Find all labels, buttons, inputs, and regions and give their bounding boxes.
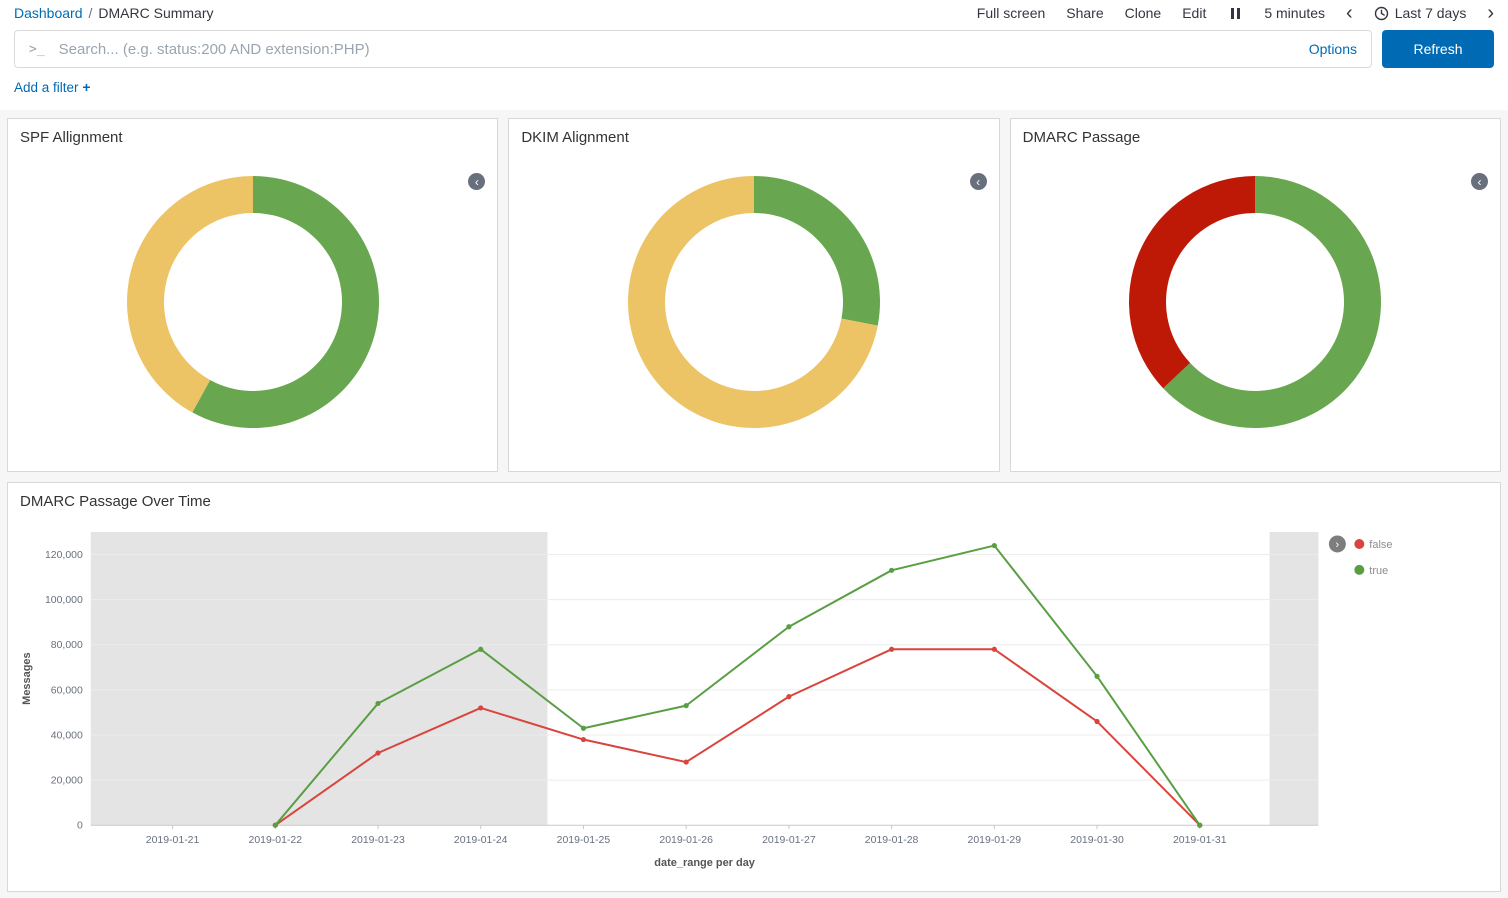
donut-chart-svg: [108, 157, 398, 447]
panel-title: DMARC Passage Over Time: [8, 483, 1500, 510]
legend-item-true[interactable]: true: [1354, 565, 1388, 577]
dmarc-donut-chart: [1011, 146, 1500, 458]
spf-donut-chart: [8, 146, 497, 458]
svg-text:2019-01-24: 2019-01-24: [454, 835, 508, 846]
data-point[interactable]: [273, 823, 278, 828]
time-range-shading: [91, 532, 548, 825]
donut-slice-1[interactable]: [1129, 176, 1255, 388]
filter-bar: Add a filter +: [0, 68, 1508, 108]
svg-text:20,000: 20,000: [51, 776, 83, 787]
legend-collapse-icon[interactable]: ‹: [970, 173, 987, 190]
svg-text:80,000: 80,000: [51, 640, 83, 651]
data-point[interactable]: [478, 705, 483, 710]
legend-toggle-icon[interactable]: ›: [1329, 535, 1346, 552]
data-point[interactable]: [1094, 674, 1099, 679]
top-nav-bar: Dashboard / DMARC Summary Full screen Sh…: [0, 0, 1508, 26]
data-point[interactable]: [684, 759, 689, 764]
kibana-dashboard-app: Dashboard / DMARC Summary Full screen Sh…: [0, 0, 1508, 898]
data-point[interactable]: [992, 647, 997, 652]
svg-text:2019-01-30: 2019-01-30: [1070, 835, 1124, 846]
svg-text:40,000: 40,000: [51, 730, 83, 741]
time-picker[interactable]: Last 7 days: [1374, 5, 1467, 21]
y-axis-label: Messages: [21, 652, 33, 704]
data-point[interactable]: [581, 737, 586, 742]
refresh-button[interactable]: Refresh: [1382, 30, 1494, 68]
dkim-donut-chart: [509, 146, 998, 458]
chevron-right-icon[interactable]: ›: [1487, 6, 1494, 20]
top-menu: Full screen Share Clone Edit 5 minutes ‹…: [977, 5, 1494, 21]
menu-item-clone[interactable]: Clone: [1125, 5, 1162, 21]
panel-title: DMARC Passage: [1011, 119, 1500, 146]
menu-item-share[interactable]: Share: [1066, 5, 1103, 21]
pause-icon[interactable]: [1227, 8, 1243, 19]
data-point[interactable]: [684, 703, 689, 708]
svg-text:100,000: 100,000: [45, 595, 83, 606]
breadcrumb-separator: /: [89, 5, 93, 21]
svg-text:2019-01-28: 2019-01-28: [865, 835, 919, 846]
svg-text:2019-01-22: 2019-01-22: [249, 835, 303, 846]
menu-item-edit[interactable]: Edit: [1182, 5, 1206, 21]
query-prompt-icon: >_: [29, 42, 45, 57]
chevron-left-icon[interactable]: ‹: [1346, 6, 1353, 20]
svg-text:2019-01-29: 2019-01-29: [968, 835, 1022, 846]
options-link[interactable]: Options: [1309, 41, 1357, 57]
donut-slice-1[interactable]: [127, 176, 253, 412]
svg-text:2019-01-31: 2019-01-31: [1173, 835, 1227, 846]
donut-panels-row: SPF Allignment ‹ DKIM Alignment ‹ DMARC …: [7, 118, 1501, 472]
time-range-shading: [1270, 532, 1319, 825]
donut-slice-0[interactable]: [754, 176, 880, 326]
menu-item-full-screen[interactable]: Full screen: [977, 5, 1045, 21]
search-bar-row: >_ Options Refresh: [0, 26, 1508, 68]
panel-dmarc-passage-over-time: DMARC Passage Over Time 0 20,000 40,000 60,…: [7, 482, 1501, 892]
data-point[interactable]: [375, 750, 380, 755]
donut-chart-svg: [1110, 157, 1400, 447]
data-point[interactable]: [889, 568, 894, 573]
dmarc-over-time-line-chart: 0 20,000 40,000 60,000 80,000 100,000 120,000 2…: [8, 510, 1500, 892]
panel-spf-alignment: SPF Allignment ‹: [7, 118, 498, 472]
data-point[interactable]: [786, 694, 791, 699]
page-title: DMARC Summary: [98, 5, 213, 21]
data-point[interactable]: [375, 701, 380, 706]
breadcrumb-dashboard-link[interactable]: Dashboard: [14, 5, 83, 21]
data-point[interactable]: [889, 647, 894, 652]
panel-dkim-alignment: DKIM Alignment ‹: [508, 118, 999, 472]
svg-text:2019-01-23: 2019-01-23: [351, 835, 405, 846]
search-input[interactable]: [57, 40, 1297, 59]
svg-text:2019-01-27: 2019-01-27: [762, 835, 816, 846]
dashboard-grid: SPF Allignment ‹ DKIM Alignment ‹ DMARC …: [0, 110, 1508, 892]
legend-collapse-icon[interactable]: ‹: [1471, 173, 1488, 190]
header: Dashboard / DMARC Summary Full screen Sh…: [0, 0, 1508, 110]
svg-text:2019-01-26: 2019-01-26: [659, 835, 713, 846]
svg-text:›: ›: [1336, 539, 1340, 551]
data-point[interactable]: [1197, 823, 1202, 828]
panel-title: SPF Allignment: [8, 119, 497, 146]
legend-item-false[interactable]: false: [1354, 539, 1392, 551]
line-chart-svg: 0 20,000 40,000 60,000 80,000 100,000 120,000 2…: [14, 532, 1496, 887]
data-point[interactable]: [786, 624, 791, 629]
clock-icon: [1374, 6, 1389, 21]
add-filter-link[interactable]: Add a filter +: [14, 80, 91, 95]
svg-text:0: 0: [77, 821, 83, 832]
svg-text:120,000: 120,000: [45, 550, 83, 561]
breadcrumb: Dashboard / DMARC Summary: [14, 5, 214, 21]
time-range-label: Last 7 days: [1395, 5, 1467, 21]
svg-text:2019-01-25: 2019-01-25: [557, 835, 611, 846]
x-axis-label: date_range per day: [654, 857, 755, 869]
svg-text:60,000: 60,000: [51, 685, 83, 696]
donut-chart-svg: [609, 157, 899, 447]
refresh-interval-link[interactable]: 5 minutes: [1264, 5, 1325, 21]
svg-text:2019-01-21: 2019-01-21: [146, 835, 200, 846]
plus-icon: +: [82, 79, 90, 95]
svg-text:true: true: [1369, 565, 1388, 577]
data-point[interactable]: [992, 543, 997, 548]
panel-dmarc-passage: DMARC Passage ‹: [1010, 118, 1501, 472]
data-point[interactable]: [478, 647, 483, 652]
svg-text:false: false: [1369, 539, 1392, 551]
search-box: >_ Options: [14, 30, 1372, 68]
panel-title: DKIM Alignment: [509, 119, 998, 146]
data-point[interactable]: [581, 726, 586, 731]
data-point[interactable]: [1094, 719, 1099, 724]
